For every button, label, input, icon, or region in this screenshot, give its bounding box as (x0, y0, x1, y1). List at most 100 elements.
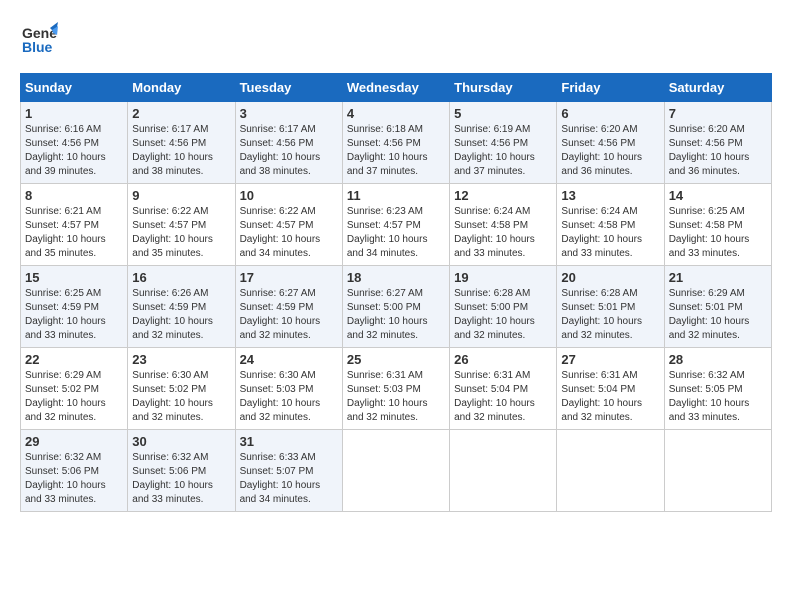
calendar-cell: 15 Sunrise: 6:25 AM Sunset: 4:59 PM Dayli… (21, 266, 128, 348)
day-info: Sunrise: 6:21 AM Sunset: 4:57 PM Dayligh… (25, 205, 123, 261)
day-number: 12 (454, 188, 552, 203)
day-number: 21 (669, 270, 767, 285)
calendar-cell: 23Sunrise: 6:30 AM Sunset: 5:02 PM Dayli… (128, 348, 235, 430)
day-info: Sunrise: 6:20 AM Sunset: 4:56 PM Dayligh… (669, 123, 767, 179)
calendar-cell: 27 Sunrise: 6:31 AM Sunset: 5:04 PM Dayli… (557, 348, 664, 430)
calendar-cell: 22 Sunrise: 6:29 AM Sunset: 5:02 PM Dayli… (21, 348, 128, 430)
calendar-cell: 24 Sunrise: 6:30 AM Sunset: 5:03 PM Dayli… (235, 348, 342, 430)
day-info: Sunrise: 6:28 AM Sunset: 5:00 PM Dayligh… (454, 287, 552, 343)
day-info: Sunrise: 6:32 AM Sunset: 5:06 PM Dayligh… (132, 451, 230, 507)
day-number: 26 (454, 352, 552, 367)
day-number: 16 (132, 270, 230, 285)
day-info: Sunrise: 6:20 AM Sunset: 4:56 PM Dayligh… (561, 123, 659, 179)
day-info: Sunrise: 6:18 AM Sunset: 4:56 PM Dayligh… (347, 123, 445, 179)
day-number: 20 (561, 270, 659, 285)
col-header-sunday: Sunday (21, 74, 128, 102)
day-info: Sunrise: 6:33 AM Sunset: 5:07 PM Dayligh… (240, 451, 338, 507)
calendar-cell: 12Sunrise: 6:24 AM Sunset: 4:58 PM Dayli… (450, 184, 557, 266)
day-number: 10 (240, 188, 338, 203)
calendar-cell: 31Sunrise: 6:33 AM Sunset: 5:07 PM Dayli… (235, 430, 342, 512)
day-info: Sunrise: 6:29 AM Sunset: 5:02 PM Dayligh… (25, 369, 123, 425)
day-number: 2 (132, 106, 230, 121)
day-number: 13 (561, 188, 659, 203)
col-header-thursday: Thursday (450, 74, 557, 102)
day-info: Sunrise: 6:32 AM Sunset: 5:05 PM Dayligh… (669, 369, 767, 425)
day-info: Sunrise: 6:27 AM Sunset: 5:00 PM Dayligh… (347, 287, 445, 343)
day-number: 4 (347, 106, 445, 121)
day-number: 3 (240, 106, 338, 121)
col-header-saturday: Saturday (664, 74, 771, 102)
calendar-cell: 5 Sunrise: 6:19 AM Sunset: 4:56 PM Daylig… (450, 102, 557, 184)
calendar-cell: 25 Sunrise: 6:31 AM Sunset: 5:03 PM Dayli… (342, 348, 449, 430)
day-number: 9 (132, 188, 230, 203)
calendar-cell: 17Sunrise: 6:27 AM Sunset: 4:59 PM Dayli… (235, 266, 342, 348)
day-info: Sunrise: 6:17 AM Sunset: 4:56 PM Dayligh… (132, 123, 230, 179)
calendar-cell: 4 Sunrise: 6:18 AM Sunset: 4:56 PM Daylig… (342, 102, 449, 184)
calendar-cell: 3 Sunrise: 6:17 AM Sunset: 4:56 PM Daylig… (235, 102, 342, 184)
calendar-cell: 29 Sunrise: 6:32 AM Sunset: 5:06 PM Dayli… (21, 430, 128, 512)
day-info: Sunrise: 6:31 AM Sunset: 5:04 PM Dayligh… (561, 369, 659, 425)
day-number: 28 (669, 352, 767, 367)
day-number: 11 (347, 188, 445, 203)
day-number: 27 (561, 352, 659, 367)
day-number: 18 (347, 270, 445, 285)
day-info: Sunrise: 6:28 AM Sunset: 5:01 PM Dayligh… (561, 287, 659, 343)
col-header-wednesday: Wednesday (342, 74, 449, 102)
calendar-cell: 6Sunrise: 6:20 AM Sunset: 4:56 PM Daylig… (557, 102, 664, 184)
day-number: 7 (669, 106, 767, 121)
calendar-cell: 11 Sunrise: 6:23 AM Sunset: 4:57 PM Dayli… (342, 184, 449, 266)
calendar-cell (664, 430, 771, 512)
day-number: 8 (25, 188, 123, 203)
calendar-cell: 21 Sunrise: 6:29 AM Sunset: 5:01 PM Dayli… (664, 266, 771, 348)
day-info: Sunrise: 6:22 AM Sunset: 4:57 PM Dayligh… (132, 205, 230, 261)
day-info: Sunrise: 6:26 AM Sunset: 4:59 PM Dayligh… (132, 287, 230, 343)
day-info: Sunrise: 6:22 AM Sunset: 4:57 PM Dayligh… (240, 205, 338, 261)
day-info: Sunrise: 6:31 AM Sunset: 5:04 PM Dayligh… (454, 369, 552, 425)
day-number: 1 (25, 106, 123, 121)
day-number: 15 (25, 270, 123, 285)
day-number: 29 (25, 434, 123, 449)
calendar-cell: 10 Sunrise: 6:22 AM Sunset: 4:57 PM Dayli… (235, 184, 342, 266)
calendar-cell (557, 430, 664, 512)
logo: General Blue (20, 20, 58, 63)
day-number: 30 (132, 434, 230, 449)
svg-text:Blue: Blue (22, 39, 53, 55)
day-info: Sunrise: 6:31 AM Sunset: 5:03 PM Dayligh… (347, 369, 445, 425)
page-header: General Blue (20, 20, 772, 63)
day-info: Sunrise: 6:25 AM Sunset: 4:59 PM Dayligh… (25, 287, 123, 343)
day-info: Sunrise: 6:17 AM Sunset: 4:56 PM Dayligh… (240, 123, 338, 179)
day-info: Sunrise: 6:27 AM Sunset: 4:59 PM Dayligh… (240, 287, 338, 343)
col-header-friday: Friday (557, 74, 664, 102)
day-info: Sunrise: 6:19 AM Sunset: 4:56 PM Dayligh… (454, 123, 552, 179)
day-info: Sunrise: 6:24 AM Sunset: 4:58 PM Dayligh… (561, 205, 659, 261)
day-number: 25 (347, 352, 445, 367)
day-number: 19 (454, 270, 552, 285)
day-number: 5 (454, 106, 552, 121)
calendar-cell: 8 Sunrise: 6:21 AM Sunset: 4:57 PM Daylig… (21, 184, 128, 266)
calendar-cell: 9 Sunrise: 6:22 AM Sunset: 4:57 PM Daylig… (128, 184, 235, 266)
day-number: 24 (240, 352, 338, 367)
day-info: Sunrise: 6:32 AM Sunset: 5:06 PM Dayligh… (25, 451, 123, 507)
col-header-tuesday: Tuesday (235, 74, 342, 102)
calendar-cell: 20 Sunrise: 6:28 AM Sunset: 5:01 PM Dayli… (557, 266, 664, 348)
day-info: Sunrise: 6:30 AM Sunset: 5:02 PM Dayligh… (132, 369, 230, 425)
day-info: Sunrise: 6:23 AM Sunset: 4:57 PM Dayligh… (347, 205, 445, 261)
calendar-cell: 19 Sunrise: 6:28 AM Sunset: 5:00 PM Dayli… (450, 266, 557, 348)
day-info: Sunrise: 6:30 AM Sunset: 5:03 PM Dayligh… (240, 369, 338, 425)
calendar-cell: 30 Sunrise: 6:32 AM Sunset: 5:06 PM Dayli… (128, 430, 235, 512)
day-info: Sunrise: 6:16 AM Sunset: 4:56 PM Dayligh… (25, 123, 123, 179)
calendar-cell: 1 Sunrise: 6:16 AM Sunset: 4:56 PM Daylig… (21, 102, 128, 184)
day-info: Sunrise: 6:25 AM Sunset: 4:58 PM Dayligh… (669, 205, 767, 261)
calendar-cell: 18 Sunrise: 6:27 AM Sunset: 5:00 PM Dayli… (342, 266, 449, 348)
day-number: 22 (25, 352, 123, 367)
calendar-cell: 7 Sunrise: 6:20 AM Sunset: 4:56 PM Daylig… (664, 102, 771, 184)
calendar-cell: 26 Sunrise: 6:31 AM Sunset: 5:04 PM Dayli… (450, 348, 557, 430)
day-info: Sunrise: 6:29 AM Sunset: 5:01 PM Dayligh… (669, 287, 767, 343)
calendar-cell: 2 Sunrise: 6:17 AM Sunset: 4:56 PM Daylig… (128, 102, 235, 184)
col-header-monday: Monday (128, 74, 235, 102)
calendar-cell: 14 Sunrise: 6:25 AM Sunset: 4:58 PM Dayli… (664, 184, 771, 266)
calendar-cell: 13 Sunrise: 6:24 AM Sunset: 4:58 PM Dayli… (557, 184, 664, 266)
day-number: 14 (669, 188, 767, 203)
calendar-cell (450, 430, 557, 512)
calendar-cell (342, 430, 449, 512)
